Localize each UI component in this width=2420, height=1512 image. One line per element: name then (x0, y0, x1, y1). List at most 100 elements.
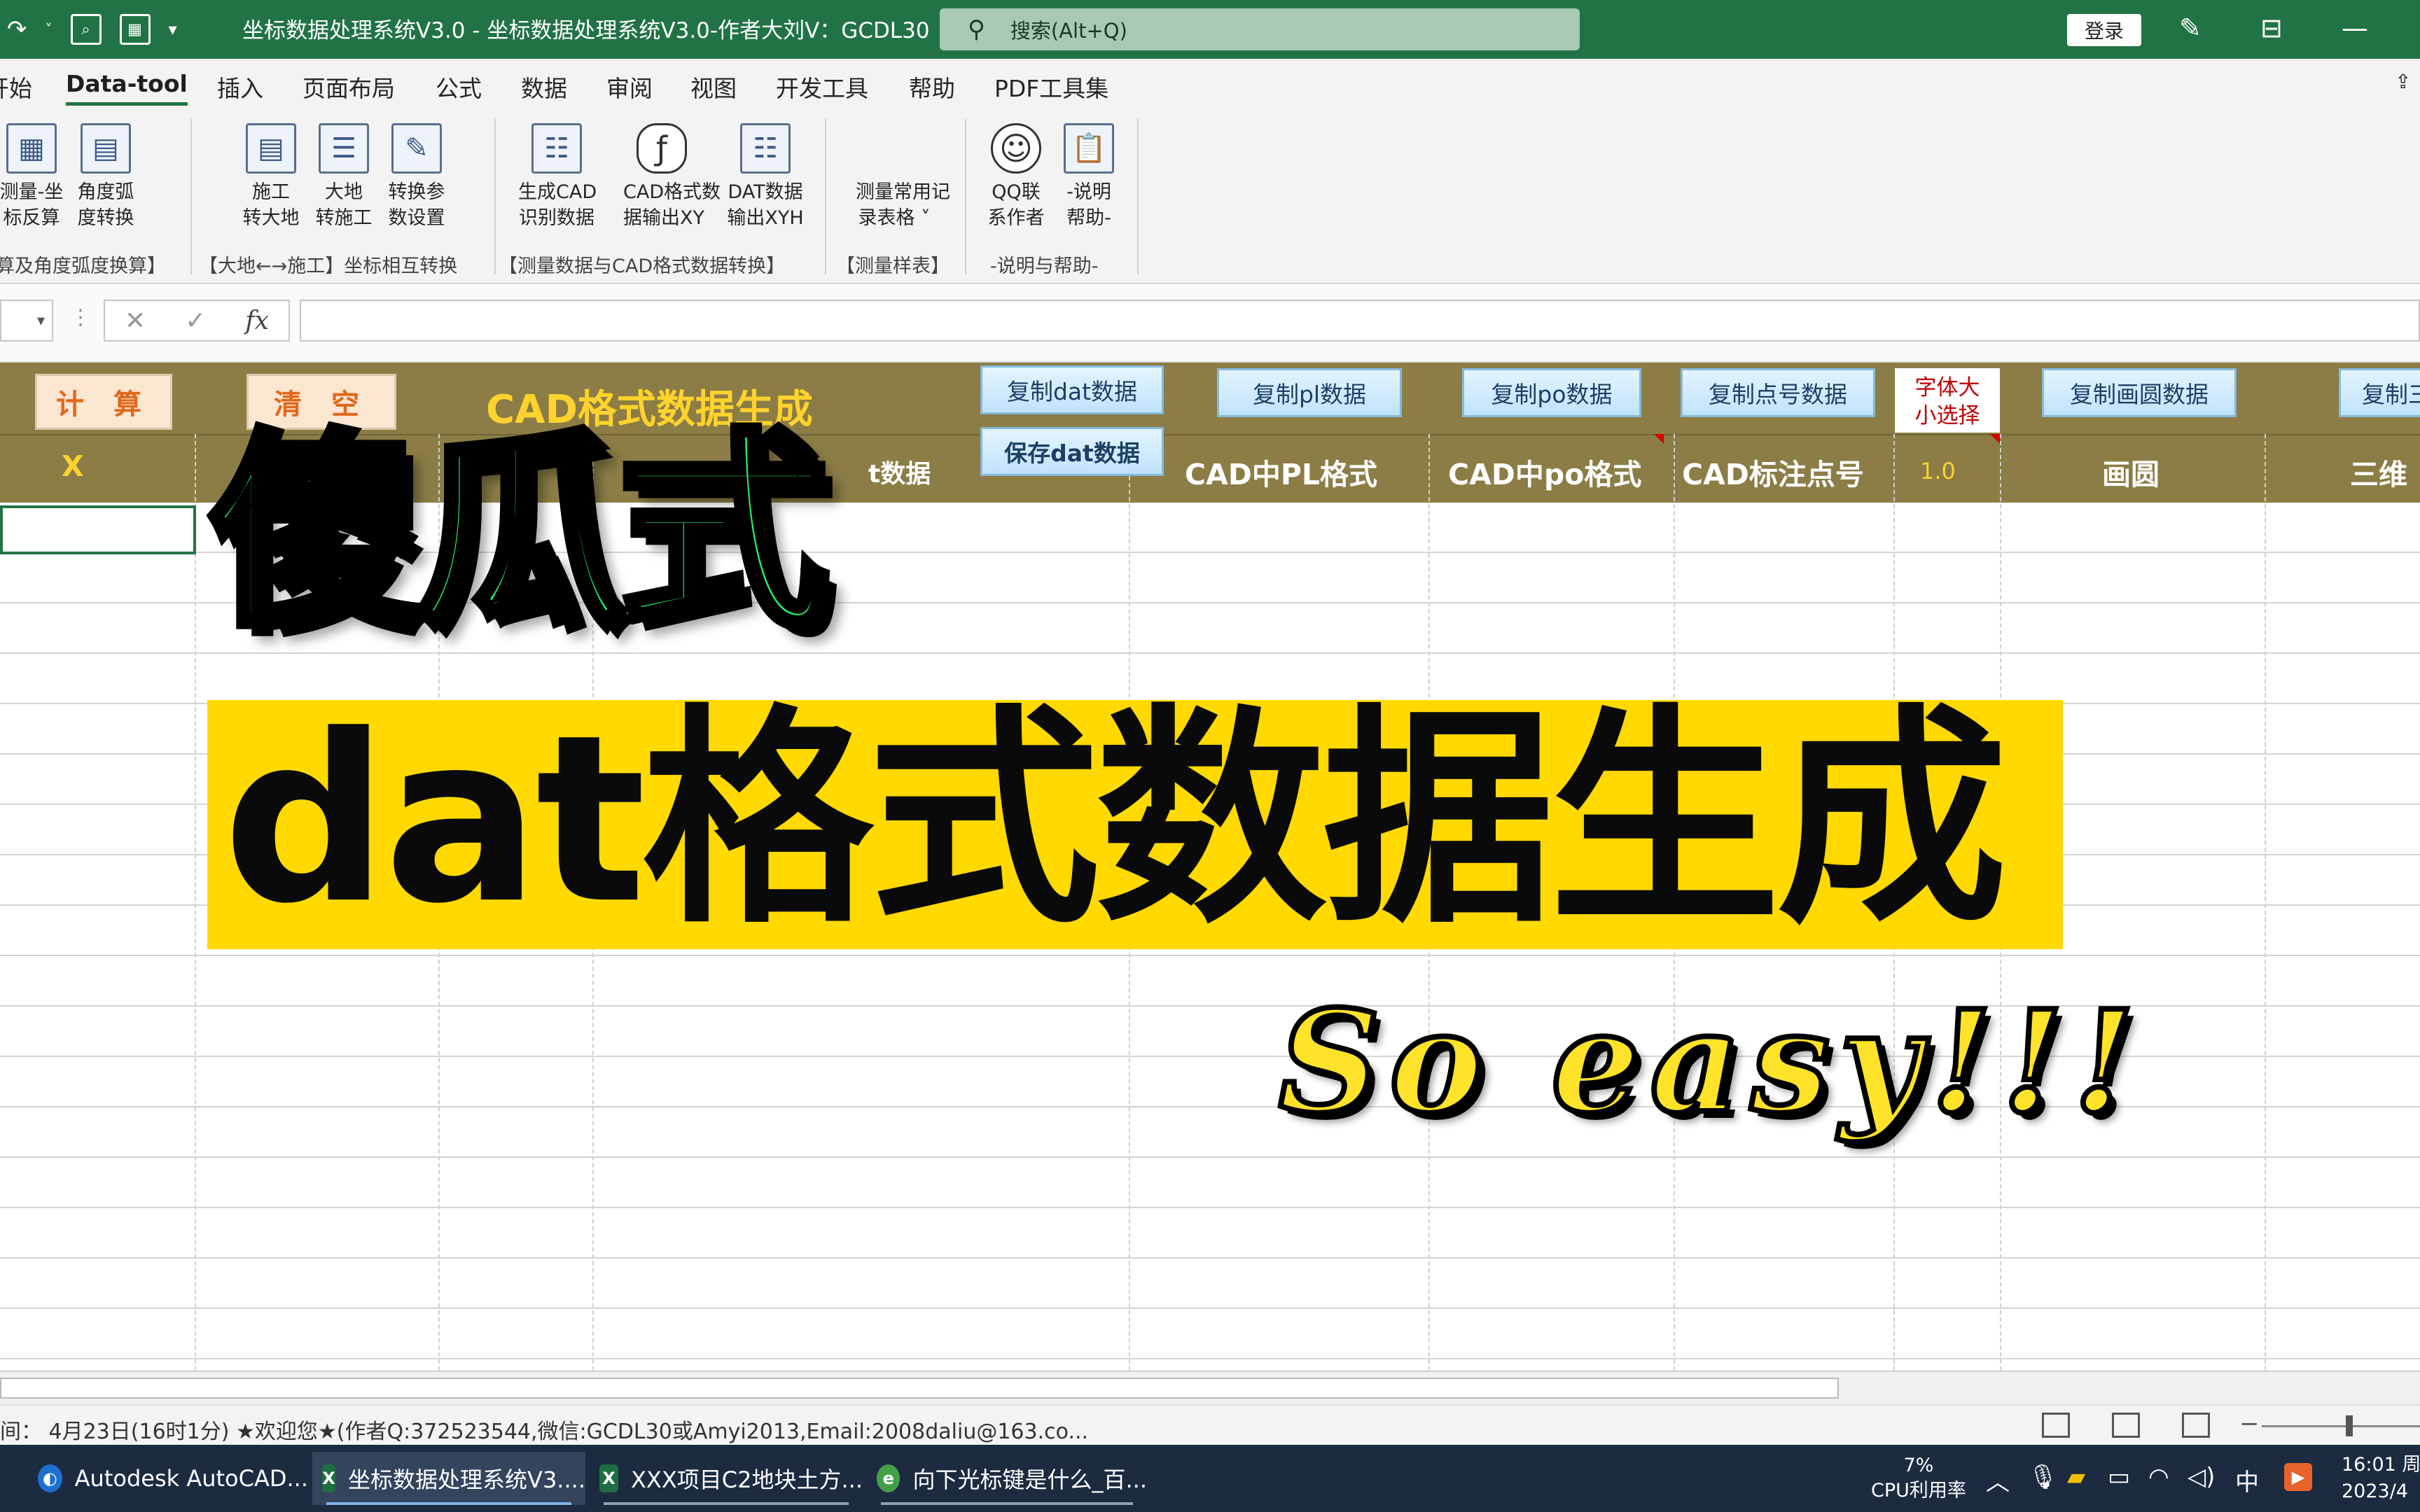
login-button[interactable]: 登录 (2067, 14, 2141, 46)
chart-icon[interactable]: ▦ (119, 14, 151, 45)
group-label-sample-tables: 【测量样表】 (836, 255, 950, 277)
page-layout-view-icon[interactable] (2112, 1413, 2140, 1438)
task-browser[interactable]: e 向下光标键是什么_百... (867, 1452, 1147, 1505)
copy-3d-button[interactable]: 复制三 (2339, 368, 2420, 417)
column-divider (195, 434, 196, 1371)
task-xxx-project[interactable]: X XXX项目C2地块土方... (590, 1452, 863, 1505)
selected-cell[interactable] (0, 505, 196, 554)
search-input[interactable]: ⚲ 搜索(Alt+Q) (940, 8, 1580, 50)
copy-dat-button[interactable]: 复制dat数据 (980, 365, 1164, 414)
pen-icon[interactable]: ✎ (2179, 13, 2202, 43)
construction-to-geodetic-button[interactable]: ▤ 施工 转大地 (232, 123, 310, 231)
group-separator (190, 119, 192, 274)
column-divider (2265, 434, 2266, 1371)
clipboard-icon: 📋 (1064, 123, 1114, 174)
zoom-slider[interactable] (2262, 1425, 2420, 1427)
dropdown-arrow-icon[interactable]: ˅ (46, 21, 53, 38)
horizontal-scrollbar[interactable] (0, 1371, 2420, 1404)
column-header-3d: 三维 (2350, 458, 2407, 491)
ime-indicator[interactable]: 中 (2235, 1463, 2259, 1497)
drag-handle-icon[interactable]: ⋮ (70, 305, 91, 330)
column-header-po: CAD中po格式 (1448, 458, 1642, 491)
tab-home[interactable]: 开始 (0, 70, 32, 104)
title-bar: ↷ ˅ ⌕ ▦ ▾ 坐标数据处理系统V3.0 - 坐标数据处理系统V3.0-作者… (0, 0, 2420, 59)
tab-insert[interactable]: 插入 (217, 70, 263, 104)
font-size-value[interactable]: 1.0 (1920, 458, 1956, 484)
transform-params-button[interactable]: ✎ 转换参 数设置 (378, 123, 455, 231)
print-preview-icon[interactable]: ⌕ (70, 14, 102, 45)
tab-data[interactable]: 数据 (521, 70, 567, 104)
calculate-button[interactable]: 计 算 (35, 374, 172, 430)
wifi-icon[interactable]: ◠ (2148, 1463, 2169, 1491)
excel-icon: X (599, 1464, 618, 1492)
copy-circle-button[interactable]: 复制画圆数据 (2042, 368, 2237, 417)
formula-bar: ▾ ⋮ ✕ ✓ fx (0, 286, 2420, 363)
search-placeholder: 搜索(Alt+Q) (1010, 19, 1127, 43)
grid-arrow-icon: ▦ (6, 123, 57, 174)
volume-icon[interactable]: ◁) (2188, 1463, 2215, 1491)
tab-pdf-tools[interactable]: PDF工具集 (994, 70, 1108, 104)
normal-view-icon[interactable] (2042, 1413, 2070, 1438)
comment-indicator (1654, 434, 1664, 444)
qq-contact-button[interactable]: ☺ QQ联 系作者 (978, 123, 1055, 231)
tab-review[interactable]: 审阅 (606, 70, 653, 104)
group-label-cad-convert: 【测量数据与CAD格式数据转换】 (499, 255, 786, 277)
column-header-dat: t数据 (868, 460, 931, 489)
insert-function-icon[interactable]: fx (245, 307, 269, 335)
tray-expand-icon[interactable]: ︿ (1986, 1463, 2010, 1497)
save-dat-button[interactable]: 保存dat数据 (980, 427, 1164, 476)
zoom-out-icon[interactable]: − (2239, 1410, 2260, 1438)
cpu-usage[interactable]: 7% CPU利用率 (1871, 1453, 1966, 1504)
copy-pl-button[interactable]: 复制pl数据 (1217, 368, 1402, 417)
tab-developer[interactable]: 开发工具 (776, 70, 868, 104)
survey-coord-inverse-button[interactable]: ▦ 测量-坐 标反算 (0, 123, 70, 231)
minimize-icon[interactable]: — (2342, 13, 2368, 43)
window-title: 坐标数据处理系统V3.0 - 坐标数据处理系统V3.0-作者大刘V：GCDL30 (242, 18, 930, 43)
name-box[interactable]: ▾ (0, 300, 53, 342)
cad-format-output-xy-button[interactable]: ƒ CAD格式数 据输出XY (623, 123, 721, 231)
tab-help[interactable]: 帮助 (909, 70, 955, 104)
database-fx-icon: ƒ (637, 123, 687, 174)
browser-icon: e (877, 1464, 900, 1492)
taskbar: ◐ Autodesk AutoCAD... X 坐标数据处理系统V3.... X… (0, 1445, 2420, 1512)
form-icon: ☰ (319, 123, 369, 174)
tab-view[interactable]: 视图 (690, 70, 737, 104)
ribbon-display-icon[interactable]: ⊟ (2260, 13, 2283, 43)
geodetic-to-construction-button[interactable]: ☰ 大地 转施工 (305, 123, 382, 231)
font-size-selector-label: 字体大 小选择 (1895, 368, 2000, 433)
survey-forms-button[interactable]: 测量常用记 录表格 ˅ (856, 123, 950, 231)
column-header-point-number: CAD标注点号 (1682, 458, 1864, 491)
confirm-icon[interactable]: ✓ (185, 307, 206, 335)
zoom-slider-knob[interactable] (2346, 1415, 2353, 1436)
task-autocad[interactable]: ◐ Autodesk AutoCAD... (28, 1452, 308, 1505)
task-indicator (604, 1502, 849, 1505)
customize-qat-icon[interactable]: ▾ (169, 20, 177, 39)
tab-page-layout[interactable]: 页面布局 (302, 70, 395, 104)
page-break-view-icon[interactable] (2182, 1413, 2210, 1438)
formula-input[interactable] (300, 300, 2420, 342)
redo-icon[interactable]: ↷ (7, 15, 27, 43)
notes-icon[interactable]: ▰ (2067, 1463, 2085, 1491)
group-separator (825, 119, 826, 274)
task-coord-system[interactable]: X 坐标数据处理系统V3.... (312, 1452, 585, 1505)
instructions-help-button[interactable]: 📋 -说明 帮助- (1050, 123, 1127, 231)
cancel-icon[interactable]: ✕ (125, 307, 146, 335)
column-header-pl: CAD中PL格式 (1185, 458, 1378, 491)
battery-icon[interactable]: ▭ (2108, 1463, 2130, 1491)
copy-po-button[interactable]: 复制po数据 (1462, 368, 1641, 417)
smiley-icon: ☺ (991, 123, 1041, 174)
scrollbar-thumb[interactable] (0, 1378, 1839, 1399)
generate-cad-data-button[interactable]: ☷ 生成CAD 识别数据 (518, 123, 597, 231)
dat-output-xyh-button[interactable]: ☷ DAT数据 输出XYH (727, 123, 804, 231)
app-tray-icon[interactable]: ▶ (2284, 1463, 2312, 1491)
table-icon: ▤ (81, 123, 131, 174)
copy-point-number-button[interactable]: 复制点号数据 (1681, 368, 1875, 417)
tab-data-tool[interactable]: Data-tool (66, 70, 188, 106)
share-icon[interactable]: ⇪ (2395, 70, 2411, 93)
tab-formulas[interactable]: 公式 (436, 70, 482, 104)
microphone-icon[interactable]: 🎙 (2028, 1463, 2058, 1491)
angle-radian-button[interactable]: ▤ 角度弧 度转换 (67, 123, 144, 231)
active-task-indicator (326, 1502, 571, 1505)
system-clock[interactable]: 16:01 周 2023/4 (2342, 1452, 2420, 1505)
excel-icon: X (322, 1464, 336, 1492)
